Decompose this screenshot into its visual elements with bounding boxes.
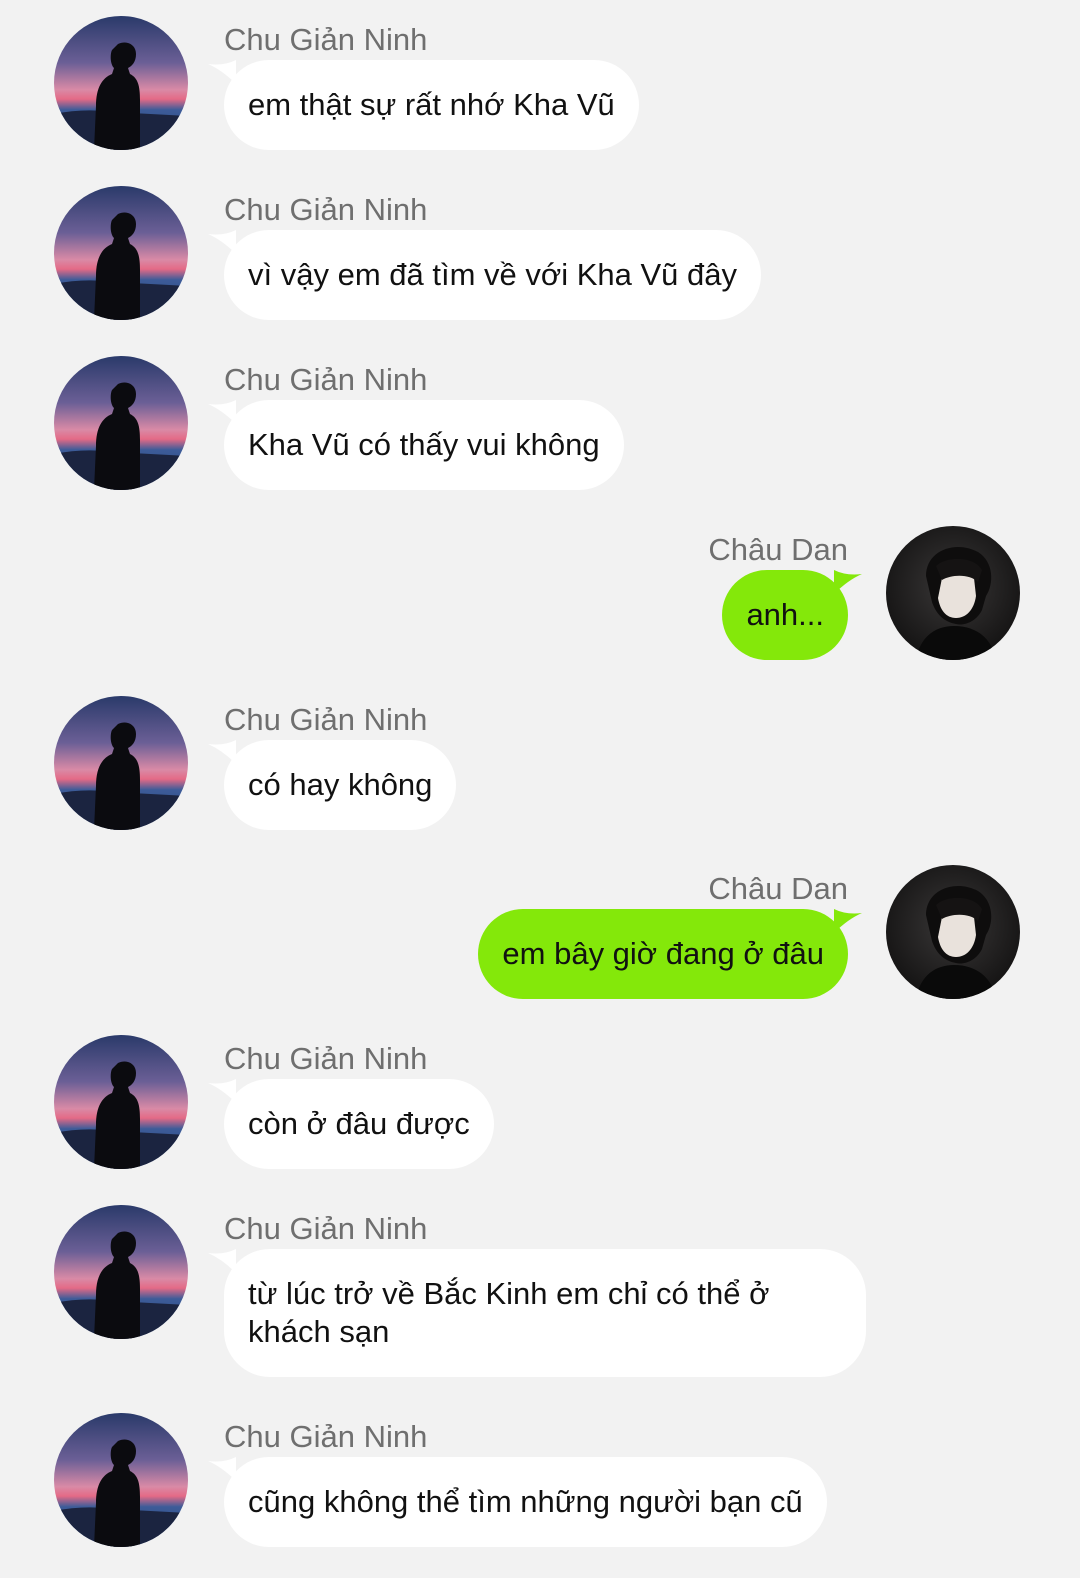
silhouette-sunset-avatar-icon bbox=[54, 186, 188, 320]
message-bubble[interactable]: có hay không bbox=[224, 740, 457, 830]
avatar[interactable] bbox=[54, 186, 188, 320]
avatar[interactable] bbox=[54, 16, 188, 150]
message-bubble[interactable]: vì vậy em đã tìm về với Kha Vũ đây bbox=[224, 230, 761, 320]
sender-name: Chu Giản Ninh bbox=[224, 1211, 428, 1246]
silhouette-sunset-avatar-icon bbox=[54, 1413, 188, 1547]
silhouette-sunset-avatar-icon bbox=[54, 356, 188, 490]
avatar[interactable] bbox=[886, 865, 1020, 999]
message-bubble[interactable]: Kha Vũ có thấy vui không bbox=[224, 400, 624, 490]
silhouette-sunset-avatar-icon bbox=[54, 696, 188, 830]
message-bubble[interactable]: từ lúc trở về Bắc Kinh em chỉ có thể ở k… bbox=[224, 1249, 866, 1377]
message-bubble[interactable]: còn ở đâu được bbox=[224, 1079, 494, 1169]
sender-name: Chu Giản Ninh bbox=[224, 22, 428, 57]
silhouette-sunset-avatar-icon bbox=[54, 1035, 188, 1169]
sender-name: Chu Giản Ninh bbox=[224, 1041, 428, 1076]
avatar[interactable] bbox=[54, 356, 188, 490]
sender-name: Chu Giản Ninh bbox=[224, 192, 428, 227]
sender-name: Châu Dan bbox=[708, 871, 848, 906]
avatar[interactable] bbox=[54, 1205, 188, 1339]
message-bubble[interactable]: em bây giờ đang ở đâu bbox=[478, 909, 848, 999]
sender-name: Chu Giản Ninh bbox=[224, 1419, 428, 1454]
avatar[interactable] bbox=[54, 1413, 188, 1547]
silhouette-sunset-avatar-icon bbox=[54, 1205, 188, 1339]
avatar[interactable] bbox=[54, 1035, 188, 1169]
message-bubble[interactable]: em thật sự rất nhớ Kha Vũ bbox=[224, 60, 639, 150]
silhouette-sunset-avatar-icon bbox=[54, 16, 188, 150]
sender-name: Chu Giản Ninh bbox=[224, 702, 428, 737]
avatar[interactable] bbox=[886, 526, 1020, 660]
message-bubble[interactable]: cũng không thể tìm những người bạn cũ bbox=[224, 1457, 827, 1547]
message-bubble[interactable]: anh... bbox=[722, 570, 848, 660]
dark-portrait-avatar-icon bbox=[886, 865, 1020, 999]
sender-name: Chu Giản Ninh bbox=[224, 362, 428, 397]
avatar[interactable] bbox=[54, 696, 188, 830]
dark-portrait-avatar-icon bbox=[886, 526, 1020, 660]
sender-name: Châu Dan bbox=[708, 532, 848, 567]
